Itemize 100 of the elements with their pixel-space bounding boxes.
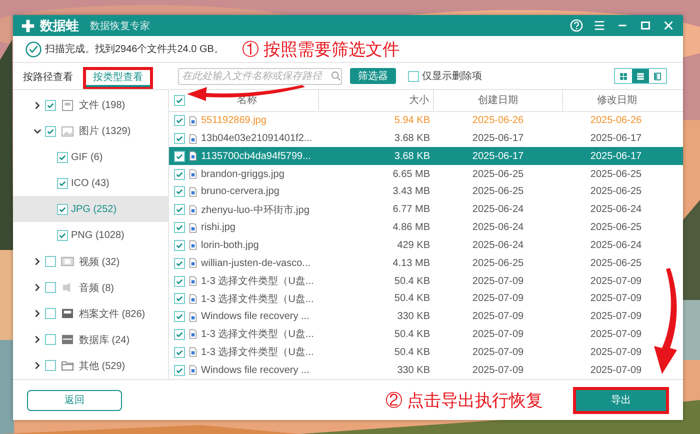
file-row[interactable]: 1-3 选择文件类型（U盘... 50.4 KB 2025-07-09 2025-07-09 [169, 326, 683, 344]
tree-item[interactable]: GIF (6) [13, 144, 168, 170]
file-row[interactable]: rishi.jpg 4.86 MB 2025-06-24 2025-06-25 [169, 218, 683, 236]
checkbox[interactable] [45, 282, 56, 294]
checkbox[interactable] [174, 346, 185, 358]
view-tab[interactable]: 按类型查看 [83, 67, 153, 89]
tree-item[interactable]: 文件 (198) [13, 92, 168, 118]
list-view-button[interactable] [632, 69, 649, 83]
caret-icon[interactable] [33, 257, 42, 266]
tree-item[interactable]: 视频 (32) [13, 248, 168, 275]
tree-item[interactable]: 其他 (529) [13, 352, 168, 380]
export-button[interactable]: 导出 [573, 386, 669, 414]
table-cell-text: 429 KB [396, 238, 431, 253]
archive-icon [61, 308, 74, 320]
checkbox[interactable] [174, 133, 185, 144]
file-row[interactable]: 1135700cb4da94f5799... 3.68 KB 2025-06-17 2025-06-17 [169, 147, 683, 166]
caret-icon[interactable] [33, 283, 42, 292]
checkbox[interactable] [45, 256, 56, 268]
table-cell-text: 2025-06-25 [589, 168, 643, 182]
file-row[interactable]: 1-3 选择文件类型（U盘... 50.4 KB 2025-07-09 2025-07-09 [169, 290, 683, 308]
checkbox[interactable] [174, 186, 185, 198]
table-cell-text: 2025-06-24 [589, 238, 643, 253]
file-row[interactable]: 1-3 选择文件类型（U盘... 50.4 KB 2025-07-09 2025-07-09 [169, 343, 683, 362]
table-cell-text: 2025-06-25 [589, 256, 643, 271]
column-header[interactable]: 名称 [237, 93, 257, 108]
filter-button[interactable]: 筛选器 [350, 68, 396, 84]
maximize-icon[interactable] [639, 19, 652, 32]
back-button[interactable]: 返回 [27, 390, 122, 410]
table-cell-text: 50.4 KB [393, 274, 431, 288]
checkbox[interactable] [174, 364, 185, 376]
tree-item[interactable]: PNG (1028) [13, 222, 168, 249]
search-icon[interactable] [331, 71, 341, 81]
column-header[interactable]: 大小 [319, 90, 434, 111]
checkbox[interactable] [45, 126, 56, 137]
table-cell-text: 2025-06-17 [471, 132, 525, 146]
table-cell-text: 2025-06-24 [471, 203, 525, 218]
column-header[interactable]: 创建日期 [434, 90, 563, 111]
file-name: 551192869.jpg [201, 115, 266, 126]
file-icon [189, 116, 197, 126]
file-row[interactable]: brandon-griggs.jpg 6.65 MB 2025-06-25 2025-06-25 [169, 165, 683, 184]
file-icon [189, 294, 197, 304]
table-cell-text: 6.77 MB [392, 203, 431, 218]
table-cell-text: 2025-07-09 [471, 292, 525, 306]
checkbox[interactable] [174, 222, 185, 234]
checkbox[interactable] [57, 152, 68, 163]
column-header[interactable]: 修改日期 [563, 90, 671, 111]
checkbox[interactable] [45, 360, 56, 372]
checkbox[interactable] [174, 115, 185, 126]
checkbox[interactable] [57, 178, 68, 189]
checkbox[interactable] [174, 240, 185, 251]
close-icon[interactable] [662, 19, 675, 32]
caret-icon[interactable] [33, 309, 42, 318]
grid-view-icon [619, 72, 628, 80]
tree-label: PNG (1028) [71, 230, 124, 242]
tree-item[interactable]: 档案文件 (826) [13, 300, 168, 327]
tree-item[interactable]: 音频 (8) [13, 274, 168, 301]
checkbox[interactable] [45, 334, 56, 346]
checkbox[interactable] [57, 230, 68, 242]
table-cell-text: 2025-06-26 [471, 114, 525, 128]
checkbox[interactable] [57, 204, 68, 215]
checkbox[interactable] [174, 258, 185, 269]
file-row[interactable]: willian-justen-de-vasco... 4.13 MB 2025-06-25 2025-06-25 [169, 254, 683, 272]
checkbox[interactable] [174, 276, 185, 286]
file-row[interactable]: bruno-cervera.jpg 3.43 MB 2025-06-25 2025-06-25 [169, 183, 683, 201]
file-row[interactable]: 13b04e03e21091401f2... 3.68 KB 2025-06-17 2025-06-17 [169, 130, 683, 148]
file-row[interactable]: Windows file recovery ... 330 KB 2025-07-09 2025-07-09 [169, 361, 683, 379]
caret-icon[interactable] [33, 335, 42, 344]
checkbox[interactable] [174, 204, 185, 216]
checkbox[interactable] [45, 100, 56, 111]
deleted-only-checkbox[interactable]: 仅显示删除项 [408, 69, 482, 83]
help-icon[interactable] [570, 19, 583, 32]
checkbox[interactable] [174, 150, 185, 162]
file-icon [189, 169, 197, 180]
database-icon [61, 334, 74, 346]
file-icon [189, 240, 197, 250]
list-view-icon [636, 72, 645, 80]
file-row[interactable]: lorin-both.jpg 429 KB 2025-06-24 2025-06-24 [169, 236, 683, 254]
checkbox[interactable] [174, 311, 185, 322]
file-name: 1-3 选择文件类型（U盘... [201, 274, 314, 288]
file-name: rishi.jpg [201, 222, 236, 234]
table-cell-text: 4.86 MB [392, 221, 431, 236]
tree-item[interactable]: ICO (43) [13, 170, 168, 196]
tree-item[interactable]: 图片 (1329) [13, 118, 168, 144]
file-name: 1-3 选择文件类型（U盘... [201, 328, 314, 342]
file-row[interactable]: zhenyu-luo-中环街市.jpg 6.77 MB 2025-06-24 2025-06-24 [169, 200, 683, 219]
tree-item[interactable]: 数据库 (24) [13, 326, 168, 353]
checkbox[interactable] [174, 328, 185, 340]
file-row[interactable]: 1-3 选择文件类型（U盘... 50.4 KB 2025-07-09 2025-07-09 [169, 272, 683, 290]
view-tab[interactable]: 按路径查看 [13, 67, 83, 89]
menu-icon[interactable] [593, 19, 606, 32]
table-cell-text: 2025-07-09 [471, 274, 525, 288]
caret-icon[interactable] [33, 126, 42, 136]
file-row[interactable]: Windows file recovery ... 330 KB 2025-07-09 2025-07-09 [169, 308, 683, 326]
checkbox[interactable] [45, 308, 56, 320]
checkbox[interactable] [174, 168, 185, 180]
checkbox[interactable] [174, 293, 185, 304]
table-cell-text: 2025-07-09 [471, 364, 525, 378]
caret-icon[interactable] [33, 361, 42, 370]
select-all-checkbox[interactable] [174, 94, 185, 106]
caret-icon[interactable] [33, 100, 42, 110]
